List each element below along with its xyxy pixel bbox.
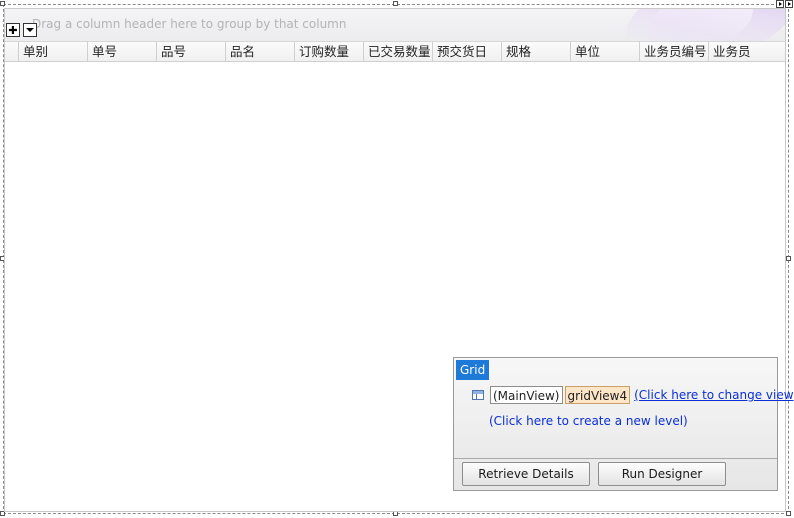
chevron-down-icon[interactable] — [23, 23, 37, 37]
run-designer-button[interactable]: Run Designer — [598, 462, 726, 486]
create-level-link[interactable]: (Click here to create a new level) — [489, 414, 688, 428]
column-header[interactable]: 业务员编号 — [640, 42, 709, 61]
group-panel[interactable]: Drag a column header here to group by th… — [5, 9, 785, 41]
move-icon[interactable]: ✚ — [6, 23, 20, 37]
smart-tag-icon[interactable] — [776, 0, 784, 8]
smart-tag-icon[interactable] — [785, 0, 793, 8]
column-header[interactable]: 预交货日 — [433, 42, 502, 61]
grid-view-icon — [472, 390, 484, 400]
view-name-chip[interactable]: gridView4 — [564, 386, 631, 404]
column-header[interactable]: 已交易数量 — [364, 42, 433, 61]
column-header[interactable]: 订购数量 — [295, 42, 364, 61]
resize-handle-top[interactable] — [393, 1, 398, 6]
column-header[interactable]: 规格 — [502, 42, 571, 61]
column-header[interactable]: 单别 — [19, 42, 88, 61]
resize-handle-top-left[interactable] — [0, 1, 5, 6]
column-header[interactable]: 品号 — [157, 42, 226, 61]
level-row: (MainView) gridView4 (Click here to chan… — [472, 386, 794, 404]
column-header[interactable]: 单位 — [571, 42, 640, 61]
resize-handle-right[interactable] — [786, 256, 791, 261]
resize-handle-bottom-right[interactable] — [786, 511, 791, 516]
column-header[interactable]: 单号 — [88, 42, 157, 61]
main-view-label: (MainView) — [490, 386, 563, 404]
column-header-row: 单别 单号 品号 品名 订购数量 已交易数量 预交货日 规格 单位 业务员编号 … — [5, 41, 785, 62]
column-header[interactable]: 品名 — [226, 42, 295, 61]
column-header[interactable]: 业务员 — [709, 42, 782, 61]
divider — [454, 458, 777, 459]
grid-tag: Grid — [456, 360, 490, 380]
group-panel-hint: Drag a column header here to group by th… — [32, 17, 347, 31]
change-view-link[interactable]: (Click here to change view) — [634, 388, 794, 402]
row-indicator-header — [5, 42, 19, 61]
level-designer-panel: Grid (MainView) gridView4 (Click here to… — [453, 357, 794, 491]
retrieve-details-button[interactable]: Retrieve Details — [462, 462, 590, 486]
